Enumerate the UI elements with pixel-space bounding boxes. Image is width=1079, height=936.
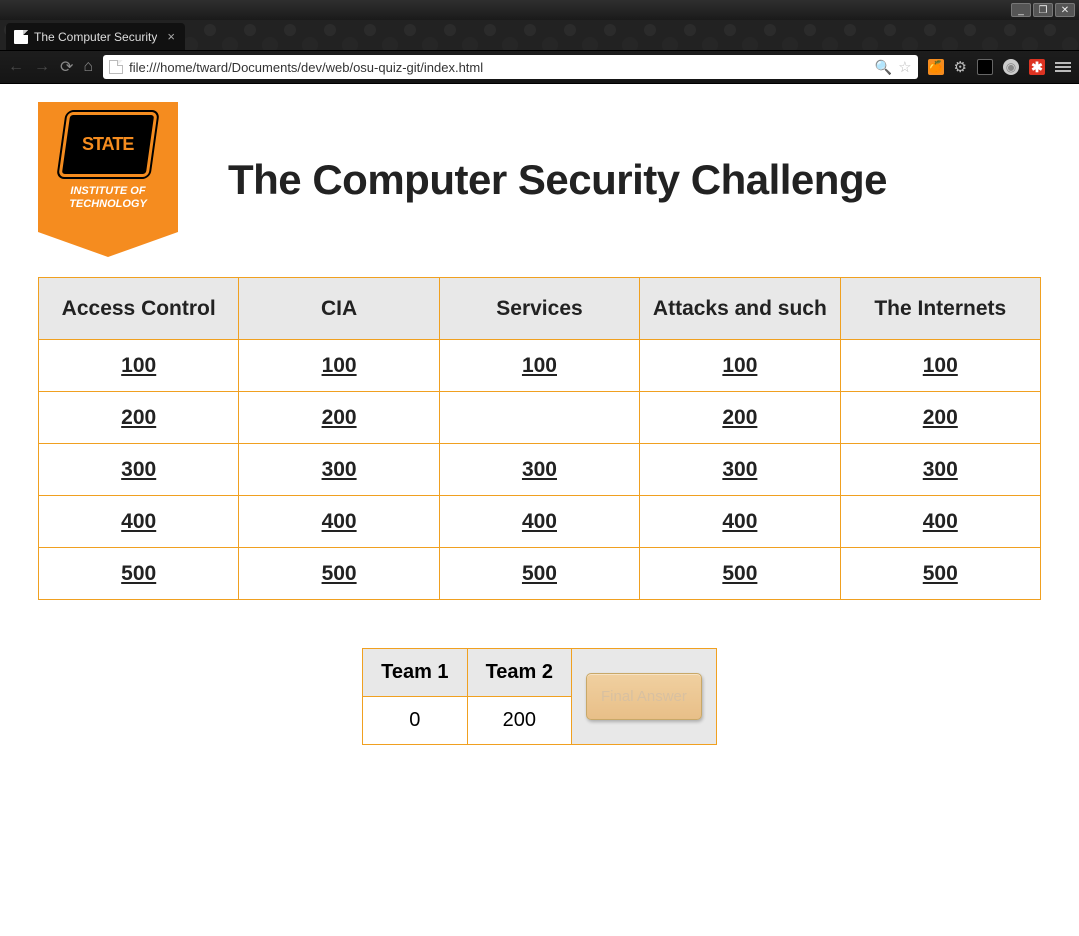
menu-icon[interactable] — [1055, 62, 1071, 72]
quiz-value-link[interactable]: 400 — [322, 510, 357, 533]
window-titlebar: _ ❐ ✕ — [0, 0, 1079, 20]
quiz-value-link[interactable]: 300 — [522, 458, 557, 481]
page-title: The Computer Security Challenge — [228, 156, 887, 204]
quiz-value-link[interactable]: 400 — [722, 510, 757, 533]
team2-score: 200 — [467, 697, 571, 745]
quiz-value-link[interactable]: 100 — [322, 354, 357, 377]
quiz-cell[interactable]: 300 — [640, 444, 840, 496]
quiz-value-link[interactable]: 400 — [121, 510, 156, 533]
final-answer-button[interactable]: Final Answer — [586, 673, 702, 720]
quiz-cell[interactable]: 100 — [39, 340, 239, 392]
quiz-cell[interactable]: 100 — [640, 340, 840, 392]
category-header: The Internets — [840, 278, 1040, 340]
extension-icon-3[interactable]: ◉ — [1003, 59, 1019, 75]
quiz-cell[interactable]: 500 — [439, 548, 639, 600]
quiz-cell[interactable]: 200 — [640, 392, 840, 444]
bookmark-icon[interactable]: ☆ — [898, 58, 911, 76]
window-close-button[interactable]: ✕ — [1055, 3, 1075, 17]
back-icon[interactable]: ← — [8, 58, 24, 76]
quiz-board: Access ControlCIAServicesAttacks and suc… — [38, 277, 1041, 600]
quiz-value-link[interactable]: 300 — [923, 458, 958, 481]
address-bar[interactable]: file:///home/tward/Documents/dev/web/osu… — [103, 55, 917, 79]
quiz-cell[interactable]: 400 — [640, 496, 840, 548]
osu-shield-logo: STATE — [58, 112, 157, 177]
zoom-icon[interactable]: 🔍 — [875, 59, 892, 76]
quiz-value-link[interactable]: 300 — [121, 458, 156, 481]
browser-toolbar: ← → ⟳ ⌂ file:///home/tward/Documents/dev… — [0, 50, 1079, 84]
quiz-value-link[interactable]: 500 — [121, 562, 156, 585]
forward-icon[interactable]: → — [34, 58, 50, 76]
quiz-value-link[interactable]: 500 — [322, 562, 357, 585]
quiz-cell[interactable]: 500 — [840, 548, 1040, 600]
quiz-cell[interactable]: 100 — [840, 340, 1040, 392]
category-header: CIA — [239, 278, 439, 340]
quiz-value-link[interactable]: 400 — [522, 510, 557, 533]
quiz-value-link[interactable]: 200 — [923, 406, 958, 429]
quiz-cell[interactable]: 400 — [239, 496, 439, 548]
quiz-value-link[interactable]: 400 — [923, 510, 958, 533]
final-answer-cell: Final Answer — [572, 649, 717, 745]
extension-icon-2[interactable] — [977, 59, 993, 75]
quiz-cell[interactable]: 300 — [439, 444, 639, 496]
quiz-value-link[interactable]: 200 — [322, 406, 357, 429]
quiz-value-link[interactable]: 100 — [722, 354, 757, 377]
quiz-cell[interactable]: 300 — [840, 444, 1040, 496]
quiz-value-link[interactable]: 300 — [322, 458, 357, 481]
tab-title: The Computer Security — [34, 30, 157, 44]
team1-header: Team 1 — [363, 649, 467, 697]
browser-tab[interactable]: The Computer Security × — [6, 23, 185, 50]
quiz-cell[interactable]: 300 — [239, 444, 439, 496]
url-text: file:///home/tward/Documents/dev/web/osu… — [129, 60, 869, 75]
page-content: STATE INSTITUTE OF TECHNOLOGY The Comput… — [0, 84, 1079, 936]
team1-score: 0 — [363, 697, 467, 745]
category-header: Services — [439, 278, 639, 340]
quiz-value-link[interactable]: 500 — [923, 562, 958, 585]
quiz-cell — [439, 392, 639, 444]
quiz-value-link[interactable]: 100 — [923, 354, 958, 377]
team2-header: Team 2 — [467, 649, 571, 697]
quiz-cell[interactable]: 400 — [39, 496, 239, 548]
tab-strip: The Computer Security × — [0, 20, 1079, 50]
quiz-cell[interactable]: 100 — [239, 340, 439, 392]
reload-icon[interactable]: ⟳ — [60, 57, 73, 77]
logo-subtitle: INSTITUTE OF TECHNOLOGY — [69, 185, 147, 210]
quiz-cell[interactable]: 400 — [840, 496, 1040, 548]
quiz-value-link[interactable]: 500 — [722, 562, 757, 585]
quiz-cell[interactable]: 300 — [39, 444, 239, 496]
quiz-value-link[interactable]: 100 — [121, 354, 156, 377]
quiz-value-link[interactable]: 100 — [522, 354, 557, 377]
extension-icon-1[interactable]: 🍊 — [928, 59, 944, 75]
page-header: STATE INSTITUTE OF TECHNOLOGY The Comput… — [0, 84, 1079, 277]
window-maximize-button[interactable]: ❐ — [1033, 3, 1053, 17]
quiz-cell[interactable]: 200 — [239, 392, 439, 444]
close-icon[interactable]: × — [167, 29, 175, 44]
score-table: Team 1 Team 2 Final Answer 0 200 — [362, 648, 717, 745]
quiz-cell[interactable]: 500 — [39, 548, 239, 600]
gear-icon[interactable]: ⚙ — [954, 58, 967, 76]
extension-icon-4[interactable]: ✱ — [1029, 59, 1045, 75]
home-icon[interactable]: ⌂ — [83, 58, 93, 76]
window-minimize-button[interactable]: _ — [1011, 3, 1031, 17]
file-icon — [14, 30, 28, 44]
quiz-value-link[interactable]: 200 — [722, 406, 757, 429]
quiz-value-link[interactable]: 200 — [121, 406, 156, 429]
quiz-cell[interactable]: 200 — [840, 392, 1040, 444]
quiz-value-link[interactable]: 300 — [722, 458, 757, 481]
quiz-cell[interactable]: 100 — [439, 340, 639, 392]
quiz-cell[interactable]: 200 — [39, 392, 239, 444]
quiz-cell[interactable]: 500 — [640, 548, 840, 600]
page-icon — [109, 60, 123, 74]
quiz-value-link[interactable]: 500 — [522, 562, 557, 585]
quiz-cell[interactable]: 500 — [239, 548, 439, 600]
category-header: Access Control — [39, 278, 239, 340]
quiz-cell[interactable]: 400 — [439, 496, 639, 548]
category-header: Attacks and such — [640, 278, 840, 340]
logo-banner: STATE INSTITUTE OF TECHNOLOGY — [38, 102, 178, 257]
